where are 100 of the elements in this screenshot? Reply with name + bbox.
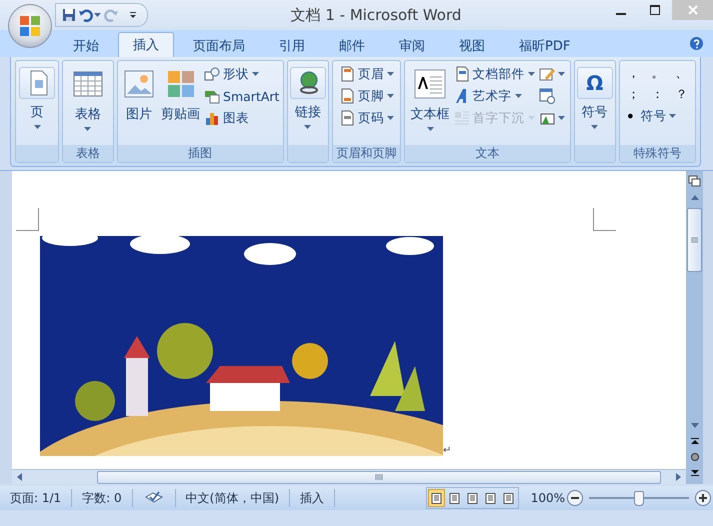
ribbon-tab[interactable]: 开始: [58, 34, 114, 57]
ribbon-button[interactable]: 文本框: [410, 65, 450, 131]
caret-icon: [387, 116, 394, 120]
ribbon-tab[interactable]: 页面布局: [178, 34, 260, 57]
window-title: 文档 1 - Microsoft Word: [290, 6, 462, 24]
zoom-in-button[interactable]: [695, 490, 711, 506]
proofing-icon[interactable]: [144, 491, 163, 505]
bar-chart-icon: [204, 110, 220, 126]
office-logo: [18, 14, 42, 38]
document-icon: [339, 110, 356, 126]
ribbon-button[interactable]: 表格: [70, 65, 106, 131]
caret-icon: [387, 72, 394, 76]
save-button[interactable]: [62, 8, 76, 22]
page-icon: [448, 492, 460, 504]
ribbon-button[interactable]: 文档部件: [454, 65, 535, 83]
ribbon-button[interactable]: 图表: [204, 109, 280, 127]
caret-icon: [426, 127, 434, 131]
horizontal-scrollbar[interactable]: [12, 469, 686, 484]
undo-button[interactable]: [79, 8, 101, 22]
symbol-button[interactable]: ；: [627, 86, 640, 103]
caret-icon: [514, 94, 522, 98]
diagram-icon: [204, 88, 220, 104]
plus-icon: [699, 494, 707, 502]
zoom-level[interactable]: 100%: [530, 491, 565, 505]
group-label: 表格: [63, 145, 113, 162]
browse-object-icon[interactable]: [690, 453, 698, 461]
redo-icon: [104, 8, 118, 22]
text-box-icon: [413, 67, 448, 101]
scroll-thumb[interactable]: [687, 208, 702, 272]
grip-icon: [691, 236, 698, 244]
right-arrow-icon[interactable]: [676, 473, 681, 481]
group-label: [574, 145, 615, 162]
shapes-icon: [204, 66, 220, 82]
minimize-icon: [616, 12, 626, 14]
symbol-button[interactable]: ？: [675, 86, 688, 103]
group-label: 文本: [405, 145, 570, 162]
ribbon-tab[interactable]: 福昕PDF: [504, 34, 586, 57]
ribbon-tab[interactable]: 视图: [444, 34, 500, 57]
ribbon-button[interactable]: 剪贴画: [161, 65, 200, 123]
ribbon-button[interactable]: 页码: [339, 109, 394, 127]
calendar-icon: [538, 88, 555, 104]
ribbon-button[interactable]: 页脚: [339, 87, 394, 105]
pen-icon: [538, 66, 555, 82]
page-icon: [484, 492, 496, 504]
left-arrow-icon[interactable]: [17, 473, 22, 481]
symbol-button[interactable]: 、: [675, 65, 688, 82]
document-icon: [339, 66, 356, 82]
ribbon-tab[interactable]: 邮件: [324, 34, 380, 57]
symbol-button[interactable]: ，: [627, 65, 640, 82]
status-text[interactable]: 页面: 1/1: [0, 489, 72, 507]
document-icon: [339, 88, 356, 104]
minus-icon: [571, 497, 579, 499]
caret-icon: [669, 114, 676, 118]
margin-mark: [593, 208, 616, 231]
next-page-icon[interactable]: [690, 469, 698, 476]
ribbon-tab[interactable]: 插入: [118, 32, 174, 57]
zoom-out-button[interactable]: [567, 490, 583, 506]
status-text[interactable]: 插入: [290, 489, 336, 507]
caret-icon: [34, 125, 40, 129]
ribbon-tab[interactable]: 审阅: [384, 34, 440, 57]
previous-page-icon[interactable]: [690, 438, 698, 445]
view-button[interactable]: [428, 489, 445, 507]
group-label: [16, 145, 58, 162]
page-icon: [502, 492, 514, 504]
ribbon-button[interactable]: 页眉: [339, 65, 394, 83]
down-arrow-icon[interactable]: [690, 423, 698, 428]
caret-icon: [591, 125, 598, 129]
group-label: 特殊符号: [620, 145, 696, 162]
maximize-icon: [650, 5, 660, 15]
group-label: 页眉和页脚: [332, 145, 400, 162]
close-icon: [688, 5, 698, 15]
vertical-scrollbar[interactable]: [686, 171, 703, 484]
symbol-button[interactable]: 。: [651, 65, 664, 82]
caret-icon: [84, 127, 92, 131]
caret-icon: [387, 94, 394, 98]
slider-thumb[interactable]: [634, 490, 644, 506]
caret-icon: [558, 72, 565, 76]
up-arrow-icon[interactable]: [690, 195, 698, 200]
save-icon: [62, 8, 76, 22]
undo-icon: [79, 8, 93, 22]
ribbon-button[interactable]: SmartArt: [204, 87, 280, 105]
scroll-thumb[interactable]: [97, 470, 661, 484]
customize-icon[interactable]: [129, 11, 137, 19]
symbol-button[interactable]: ：: [651, 86, 664, 103]
image-icon: [123, 68, 156, 100]
ribbon-button[interactable]: • 符号: [623, 107, 692, 125]
group-label: [288, 145, 328, 162]
status-text[interactable]: 中文(简体，中国): [176, 489, 290, 507]
status-text[interactable]: 字数: 0: [72, 489, 133, 507]
caret-icon: [304, 125, 312, 129]
ribbon-button[interactable]: 图片: [121, 65, 158, 123]
ribbon-button[interactable]: 形状: [204, 65, 280, 83]
help-button[interactable]: [690, 37, 703, 50]
grip-icon: [375, 474, 383, 480]
ribbon-tab[interactable]: 引用: [264, 34, 320, 57]
caret-icon: [558, 116, 565, 120]
ribbon-button[interactable]: 艺术字: [454, 87, 535, 105]
split-icon[interactable]: [688, 175, 701, 187]
margin-mark: [16, 208, 39, 231]
page-icon: [466, 492, 478, 504]
